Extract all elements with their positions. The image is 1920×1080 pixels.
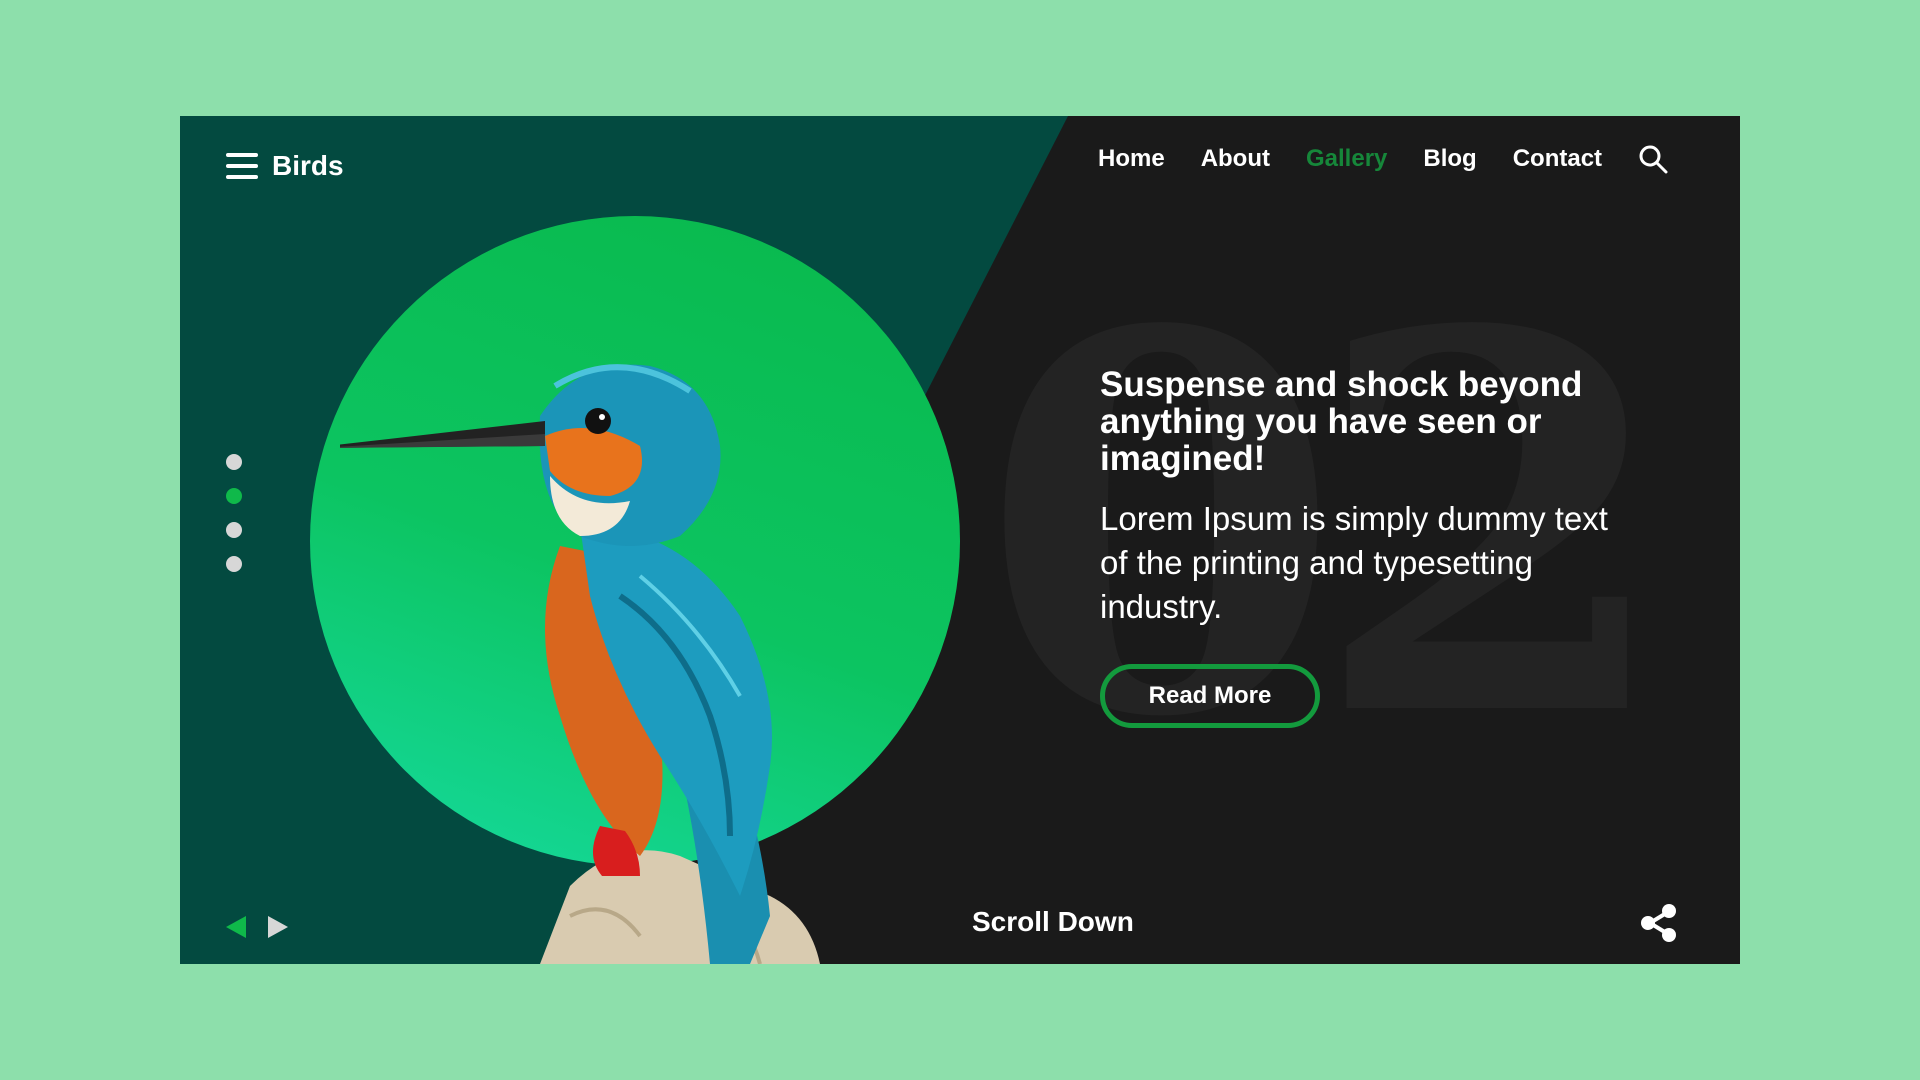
slider-arrows: [226, 916, 288, 938]
kingfisher-image: [340, 364, 820, 964]
read-more-button[interactable]: Read More: [1100, 664, 1320, 728]
hero-text: Suspense and shock beyond anything you h…: [1100, 366, 1620, 629]
slide-dot-1[interactable]: [226, 454, 242, 470]
nav-blog[interactable]: Blog: [1423, 145, 1476, 173]
next-arrow-icon[interactable]: [268, 916, 288, 938]
prev-arrow-icon[interactable]: [226, 916, 246, 938]
scroll-down-label[interactable]: Scroll Down: [972, 906, 1134, 938]
nav-about[interactable]: About: [1201, 145, 1270, 173]
slide-dot-4[interactable]: [226, 556, 242, 572]
brand-block[interactable]: Birds: [226, 150, 344, 182]
slide-dot-2-active[interactable]: [226, 488, 242, 504]
hero-body: Lorem Ipsum is simply dummy text of the …: [1100, 500, 1608, 625]
share-icon[interactable]: [1640, 904, 1678, 942]
slide-dot-3[interactable]: [226, 522, 242, 538]
hero-headline: Suspense and shock beyond anything you h…: [1100, 365, 1583, 478]
search-icon[interactable]: [1638, 144, 1668, 174]
hamburger-menu-icon[interactable]: [226, 153, 258, 179]
nav-contact[interactable]: Contact: [1513, 145, 1602, 173]
nav-home[interactable]: Home: [1098, 145, 1165, 173]
slide-indicators: [226, 454, 242, 572]
brand-name[interactable]: Birds: [272, 150, 344, 182]
hero-frame: 02 Birds Home About Gallery Blog Contact…: [180, 116, 1740, 964]
main-nav: Home About Gallery Blog Contact: [1098, 144, 1668, 174]
nav-gallery[interactable]: Gallery: [1306, 145, 1387, 173]
